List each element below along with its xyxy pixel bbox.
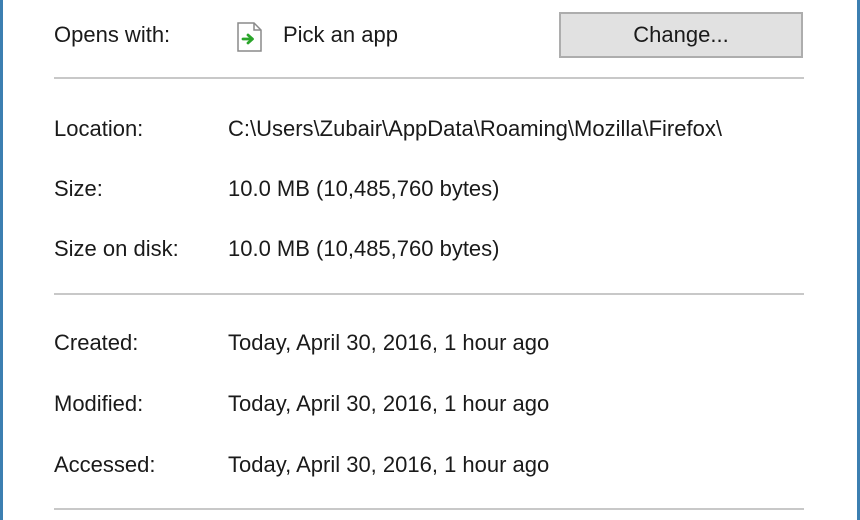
- file-with-green-arrow-icon: [235, 22, 263, 52]
- created-label: Created:: [54, 330, 139, 355]
- default-app-name: Pick an app: [283, 22, 398, 47]
- accessed-value: Today, April 30, 2016, 1 hour ago: [228, 452, 550, 477]
- file-properties-panel: Opens with: Pick an app Change... Locati…: [3, 0, 857, 520]
- size-on-disk-label: Size on disk:: [54, 236, 179, 261]
- separator: [54, 508, 804, 510]
- size-on-disk-value: 10.0 MB (10,485,760 bytes): [228, 236, 500, 261]
- accessed-label: Accessed:: [54, 452, 156, 477]
- location-label: Location:: [54, 116, 144, 141]
- created-value: Today, April 30, 2016, 1 hour ago: [228, 330, 550, 355]
- modified-value: Today, April 30, 2016, 1 hour ago: [228, 391, 550, 416]
- modified-label: Modified:: [54, 391, 144, 416]
- size-label: Size:: [54, 176, 103, 201]
- change-app-button[interactable]: Change...: [559, 12, 803, 58]
- opens-with-label: Opens with:: [54, 22, 171, 47]
- size-value: 10.0 MB (10,485,760 bytes): [228, 176, 500, 201]
- location-value: C:\Users\Zubair\AppData\Roaming\Mozilla\…: [228, 116, 722, 141]
- separator: [54, 77, 804, 79]
- separator: [54, 293, 804, 295]
